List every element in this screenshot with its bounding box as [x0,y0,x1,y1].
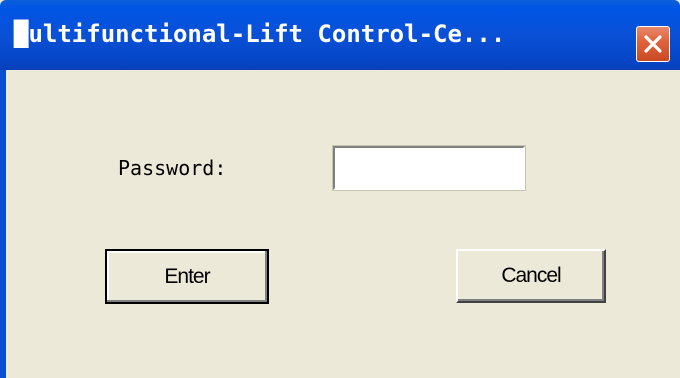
cancel-button[interactable]: Cancel [456,249,606,303]
window-title: █ultifunctional-Lift Control-Ce... [14,20,506,48]
close-button[interactable] [636,26,670,62]
close-icon [644,35,662,53]
password-label: Password: [118,156,227,180]
title-bar[interactable]: █ultifunctional-Lift Control-Ce... [0,0,680,70]
password-input[interactable] [332,145,526,191]
enter-button[interactable]: Enter [105,249,269,304]
login-dialog: █ultifunctional-Lift Control-Ce... Passw… [0,0,680,378]
window-frame-left [0,70,6,378]
